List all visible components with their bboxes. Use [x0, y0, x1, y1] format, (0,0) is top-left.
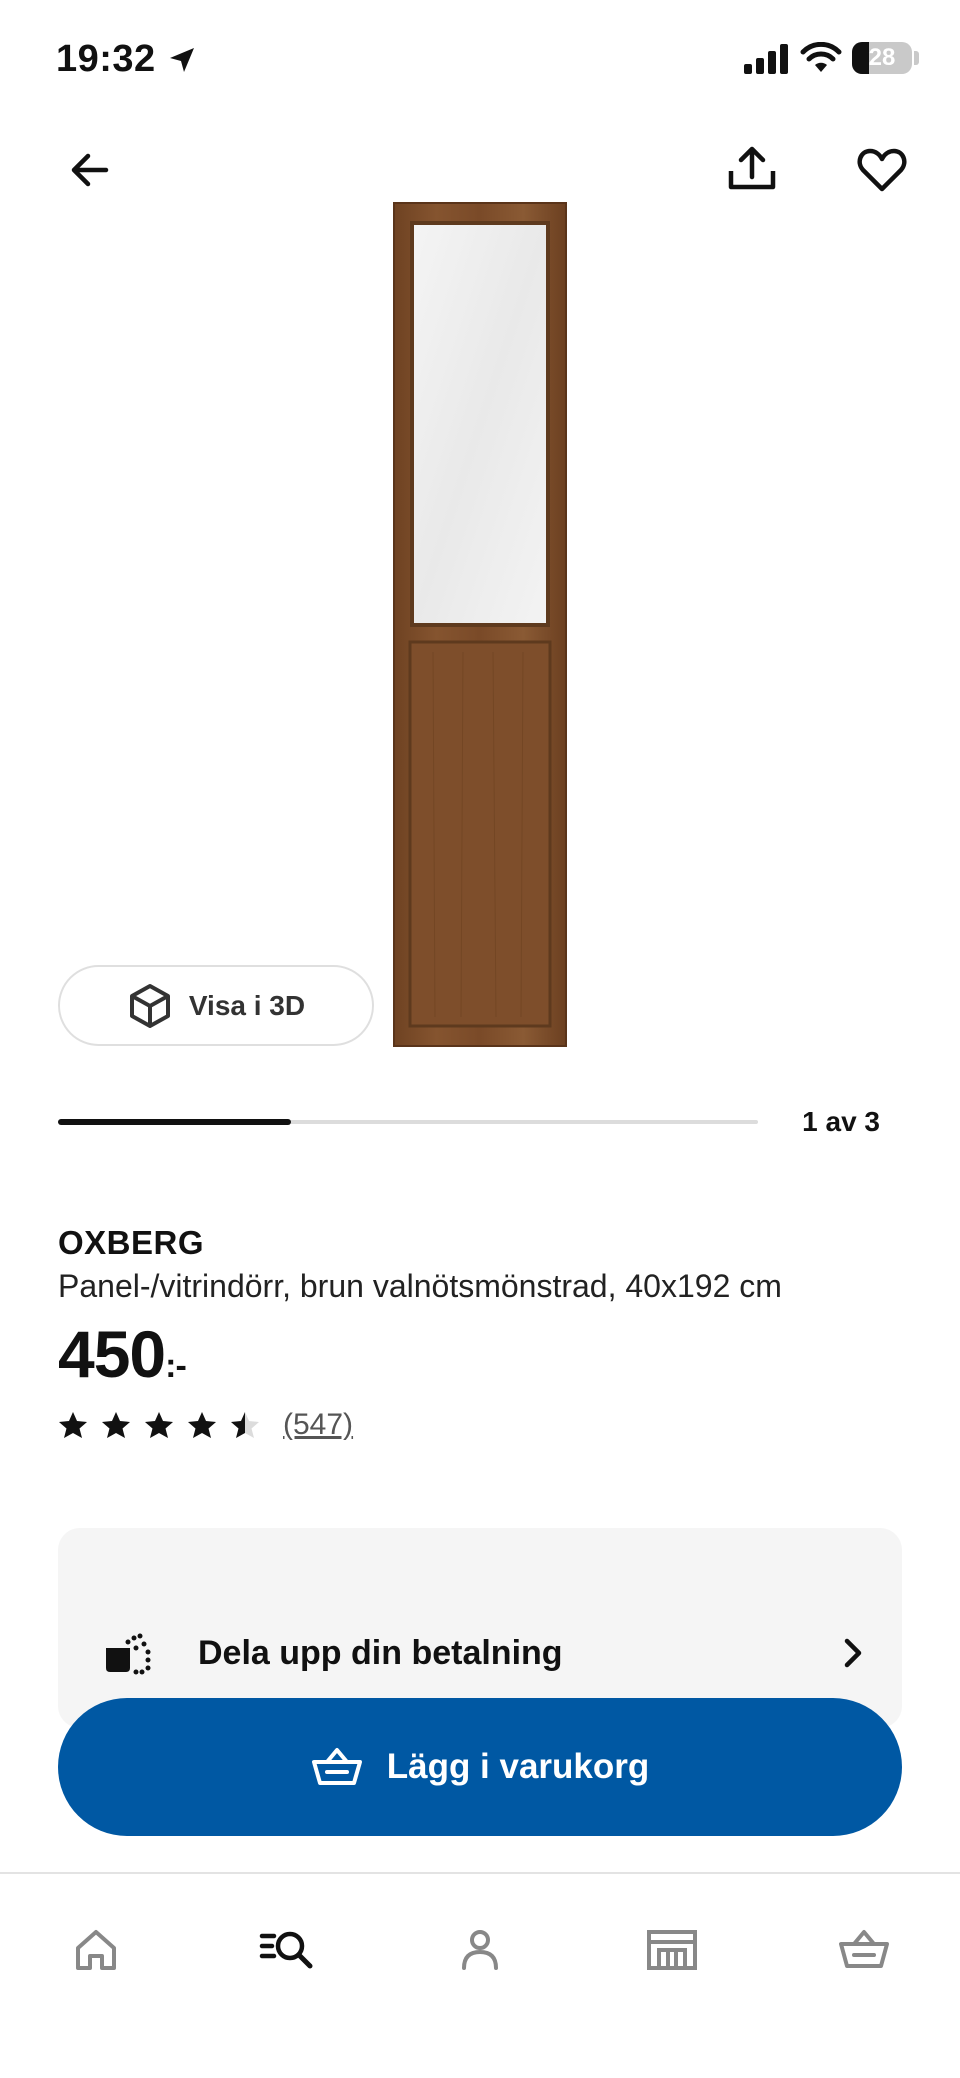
star-icon — [188, 1412, 216, 1438]
location-arrow-icon — [170, 48, 194, 72]
search-icon — [259, 1931, 313, 1969]
star-icon — [145, 1412, 173, 1438]
gallery-progress-fill — [58, 1119, 292, 1125]
product-rating[interactable]: (547) — [58, 1408, 353, 1442]
rating-stars — [58, 1410, 260, 1440]
back-button[interactable] — [58, 138, 122, 202]
split-payment-row[interactable]: Dela upp din betalning — [58, 1620, 902, 1684]
view-in-3d-label: Visa i 3D — [188, 989, 306, 1021]
basket-icon — [311, 1748, 362, 1785]
tab-store[interactable] — [624, 1910, 720, 1990]
add-to-cart-label: Lägg i varukorg — [386, 1747, 650, 1786]
battery-icon: 28 — [852, 42, 912, 74]
back-arrow-icon — [71, 153, 109, 187]
home-icon — [76, 1930, 116, 1970]
tab-bar — [0, 1874, 960, 2078]
status-time: 19:32 — [56, 38, 156, 80]
image-counter: 1 av 3 — [802, 1106, 880, 1137]
cube-icon — [129, 983, 170, 1028]
product-price: 450:- — [58, 1316, 187, 1392]
product-image[interactable] — [393, 202, 567, 1047]
wifi-icon — [800, 42, 842, 72]
store-icon — [647, 1930, 697, 1970]
favorite-button[interactable] — [850, 138, 914, 202]
status-bar: 19:32 28 — [0, 0, 960, 120]
tab-profile[interactable] — [432, 1910, 528, 1990]
battery-level: 28 — [868, 44, 896, 71]
product-name: OXBERG — [58, 1224, 205, 1261]
chevron-right-icon — [844, 1638, 862, 1668]
tab-home[interactable] — [48, 1910, 144, 1990]
review-count-link[interactable]: (547) — [283, 1408, 353, 1442]
product-description: Panel-/vitrindörr, brun valnötsmönstrad,… — [58, 1268, 782, 1304]
split-payment-label: Dela upp din betalning — [198, 1634, 563, 1672]
tab-search[interactable] — [240, 1910, 336, 1990]
heart-icon — [857, 148, 907, 192]
signal-icon — [744, 44, 788, 74]
add-to-cart-button[interactable]: Lägg i varukorg — [58, 1698, 902, 1836]
split-payment-icon — [106, 1633, 151, 1675]
cart-icon — [839, 1930, 889, 1968]
tab-cart[interactable] — [816, 1910, 912, 1990]
profile-icon — [462, 1930, 498, 1970]
price-suffix: :- — [165, 1347, 187, 1385]
star-icon — [231, 1412, 259, 1438]
price-value: 450 — [58, 1317, 166, 1391]
star-icon — [59, 1412, 87, 1438]
star-icon — [102, 1412, 130, 1438]
view-in-3d-button[interactable]: Visa i 3D — [58, 965, 374, 1046]
battery-tip — [914, 51, 919, 65]
share-icon — [728, 146, 776, 190]
gallery-progress — [58, 1119, 758, 1125]
share-button[interactable] — [720, 136, 784, 200]
